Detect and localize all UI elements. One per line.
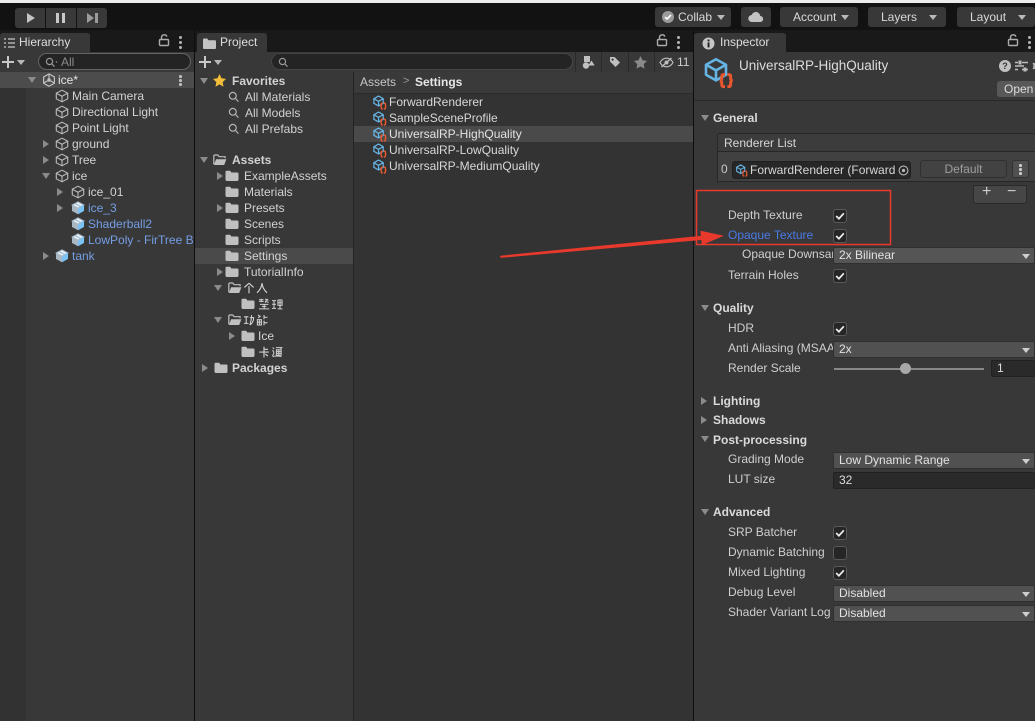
svg-text:?: ?	[1002, 61, 1008, 71]
